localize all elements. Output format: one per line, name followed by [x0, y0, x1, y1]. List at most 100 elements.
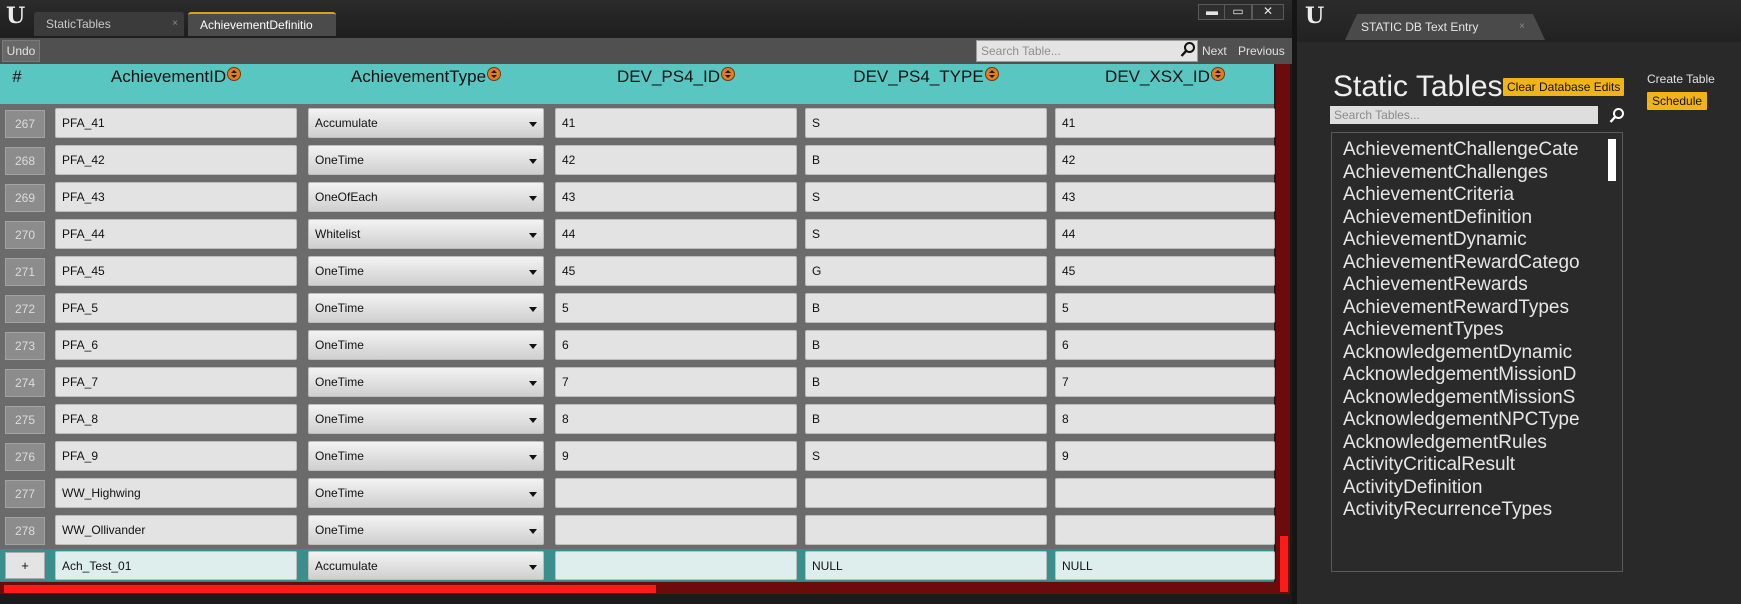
add-row-button[interactable]: + — [5, 552, 45, 579]
achievement-id-field[interactable]: PFA_43 — [55, 182, 297, 212]
achievement-id-field[interactable]: PFA_8 — [55, 404, 297, 434]
dev-ps4-type-field[interactable] — [805, 515, 1047, 545]
list-item[interactable]: AchievementCriteria — [1343, 182, 1599, 207]
sort-icon[interactable] — [487, 67, 502, 81]
achievement-id-field[interactable]: PFA_6 — [55, 330, 297, 360]
list-item[interactable]: AcknowledgementNPCType — [1343, 407, 1599, 432]
dev-ps4-type-field[interactable]: B — [805, 293, 1047, 323]
achievement-type-select[interactable]: OneTime — [308, 367, 544, 397]
achievement-id-field[interactable]: PFA_44 — [55, 219, 297, 249]
row-number[interactable]: 269 — [5, 184, 45, 212]
dev-xsx-id-field[interactable] — [1055, 515, 1275, 545]
dev-ps4-type-field[interactable]: NULL — [805, 551, 1047, 580]
list-item[interactable]: AchievementTypes — [1343, 317, 1599, 342]
sort-icon[interactable] — [721, 67, 735, 81]
list-item[interactable]: AcknowledgementMissionD — [1343, 362, 1599, 387]
dev-xsx-id-field[interactable]: 5 — [1055, 293, 1275, 323]
row-number[interactable]: 271 — [5, 258, 45, 286]
dev-ps4-type-field[interactable] — [805, 478, 1047, 508]
dev-ps4-type-field[interactable]: G — [805, 256, 1047, 286]
list-item[interactable]: AchievementDynamic — [1343, 227, 1599, 252]
search-table-input[interactable]: Search Table... — [976, 40, 1198, 62]
achievement-id-field[interactable]: PFA_9 — [55, 441, 297, 471]
row-number[interactable]: 273 — [5, 332, 45, 360]
dev-xsx-id-field[interactable] — [1055, 478, 1275, 508]
row-number[interactable]: 267 — [5, 110, 45, 138]
undo-button[interactable]: Undo — [2, 40, 40, 62]
achievement-type-select[interactable]: Accumulate — [308, 108, 544, 138]
close-button[interactable]: ✕ — [1252, 4, 1284, 20]
dev-ps4-type-field[interactable]: B — [805, 367, 1047, 397]
search-icon[interactable] — [1609, 107, 1625, 124]
tab-achievement-definition[interactable]: AchievementDefinitio — [188, 12, 336, 36]
dev-xsx-id-field[interactable]: NULL — [1055, 551, 1275, 580]
dev-ps4-id-field[interactable]: 6 — [555, 330, 797, 360]
achievement-id-field[interactable]: PFA_45 — [55, 256, 297, 286]
dev-ps4-type-field[interactable]: S — [805, 182, 1047, 212]
row-number[interactable]: 275 — [5, 406, 45, 434]
list-scrollbar[interactable] — [1608, 135, 1616, 565]
list-item[interactable]: AchievementRewards — [1343, 272, 1599, 297]
close-icon[interactable]: × — [172, 12, 178, 36]
row-number[interactable]: 272 — [5, 295, 45, 323]
dev-xsx-id-field[interactable]: 6 — [1055, 330, 1275, 360]
dev-xsx-id-field[interactable]: 42 — [1055, 145, 1275, 175]
list-item[interactable]: AchievementRewardTypes — [1343, 295, 1599, 320]
dev-ps4-id-field[interactable]: 8 — [555, 404, 797, 434]
sort-icon[interactable] — [1210, 67, 1225, 81]
minimize-button[interactable]: ▬ — [1198, 4, 1226, 20]
close-icon[interactable]: × — [1519, 14, 1525, 40]
search-icon[interactable] — [1180, 41, 1196, 59]
previous-button[interactable]: Previous — [1238, 40, 1285, 62]
achievement-type-select[interactable]: OneTime — [308, 330, 544, 360]
list-item[interactable]: AcknowledgementDynamic — [1343, 340, 1599, 365]
dev-ps4-type-field[interactable]: B — [805, 145, 1047, 175]
vertical-scrollbar[interactable] — [1276, 64, 1290, 594]
dev-ps4-id-field[interactable]: 7 — [555, 367, 797, 397]
next-button[interactable]: Next — [1202, 40, 1227, 62]
list-item[interactable]: AcknowledgementRules — [1343, 430, 1599, 455]
vertical-scrollbar-thumb[interactable] — [1280, 536, 1288, 592]
row-number[interactable]: 270 — [5, 221, 45, 249]
achievement-type-select[interactable]: OneTime — [308, 256, 544, 286]
row-number[interactable]: 268 — [5, 147, 45, 175]
achievement-type-select[interactable]: OneTime — [308, 515, 544, 545]
achievement-id-field[interactable]: Ach_Test_01 — [55, 551, 297, 580]
dev-ps4-type-field[interactable]: S — [805, 219, 1047, 249]
list-item[interactable]: AchievementDefinition — [1343, 205, 1599, 230]
dev-xsx-id-field[interactable]: 44 — [1055, 219, 1275, 249]
tab-static-tables[interactable]: StaticTables × — [34, 12, 184, 36]
achievement-id-field[interactable]: PFA_42 — [55, 145, 297, 175]
dev-ps4-type-field[interactable]: S — [805, 108, 1047, 138]
row-number[interactable]: 278 — [5, 517, 45, 545]
column-header-dev-ps4-type[interactable]: DEV_PS4_TYPE — [805, 64, 1047, 104]
dev-ps4-type-field[interactable]: B — [805, 404, 1047, 434]
list-item[interactable]: AchievementRewardCatego — [1343, 250, 1599, 275]
dev-ps4-id-field[interactable]: 5 — [555, 293, 797, 323]
achievement-type-select[interactable]: OneTime — [308, 404, 544, 434]
dev-ps4-id-field[interactable] — [555, 551, 797, 580]
achievement-id-field[interactable]: WW_Ollivander — [55, 515, 297, 545]
achievement-type-select[interactable]: OneTime — [308, 441, 544, 471]
dev-ps4-id-field[interactable] — [555, 478, 797, 508]
column-header-dev-xsx-id[interactable]: DEV_XSX_ID — [1055, 64, 1275, 104]
dev-ps4-id-field[interactable]: 45 — [555, 256, 797, 286]
dev-xsx-id-field[interactable]: 41 — [1055, 108, 1275, 138]
list-item[interactable]: AcknowledgementMissionS — [1343, 385, 1599, 410]
column-header-achievementtype[interactable]: AchievementType — [308, 64, 544, 104]
row-number[interactable]: 277 — [5, 480, 45, 508]
column-header-achievementid[interactable]: AchievementID — [55, 64, 297, 104]
achievement-type-select[interactable]: Accumulate — [308, 551, 544, 580]
achievement-type-select[interactable]: Whitelist — [308, 219, 544, 249]
row-number[interactable]: 276 — [5, 443, 45, 471]
clear-database-edits-button[interactable]: Clear Database Edits — [1503, 78, 1625, 96]
dev-ps4-id-field[interactable]: 44 — [555, 219, 797, 249]
dev-xsx-id-field[interactable]: 43 — [1055, 182, 1275, 212]
achievement-type-select[interactable]: OneTime — [308, 293, 544, 323]
dev-ps4-type-field[interactable]: S — [805, 441, 1047, 471]
dev-ps4-id-field[interactable]: 43 — [555, 182, 797, 212]
dev-xsx-id-field[interactable]: 9 — [1055, 441, 1275, 471]
achievement-id-field[interactable]: PFA_5 — [55, 293, 297, 323]
column-header-dev-ps4-id[interactable]: DEV_PS4_ID — [555, 64, 797, 104]
schedule-button[interactable]: Schedule — [1647, 92, 1708, 110]
